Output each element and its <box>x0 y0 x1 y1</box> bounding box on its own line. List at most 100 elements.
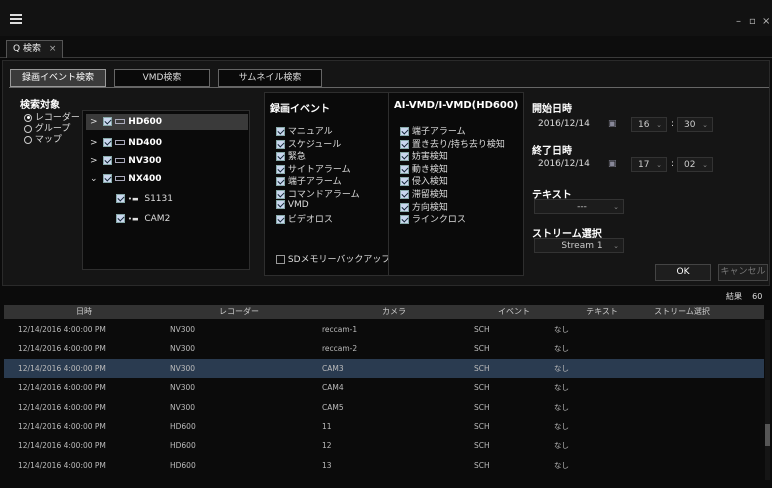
checkbox-icon[interactable] <box>400 202 409 212</box>
tree-item-cam2[interactable]: •▬ CAM2 <box>116 214 170 224</box>
table-row[interactable]: 12/14/2016 4:00:00 PM NV300 reccam-1 SCH なし <box>4 320 764 339</box>
checkbox-icon[interactable] <box>276 152 285 162</box>
table-row[interactable]: 12/14/2016 4:00:00 PM HD600 12 SCH なし <box>4 436 764 455</box>
checkbox-icon[interactable] <box>103 174 113 183</box>
aivmd-checkbox-7[interactable]: ラインクロス <box>400 212 505 225</box>
tab-thumbnail-search[interactable]: サムネイル検索 <box>218 69 322 87</box>
end-date-value[interactable]: 2016/12/14 <box>538 159 590 169</box>
minimize-button[interactable]: – <box>736 16 741 27</box>
start-datetime-title: 開始日時 <box>532 104 572 115</box>
checkbox-icon[interactable] <box>276 215 285 225</box>
start-hour-select[interactable]: 16 ⌄ <box>631 117 667 132</box>
sd-backup-checkbox[interactable]: SDメモリーバックアップ <box>276 252 390 265</box>
table-row[interactable]: 12/14/2016 4:00:00 PM NV300 reccam-2 SCH なし <box>4 339 764 358</box>
checkbox-icon[interactable] <box>276 164 285 174</box>
checkbox-icon[interactable] <box>276 255 285 264</box>
column-header-camera[interactable]: カメラ <box>314 305 474 319</box>
scrollbar[interactable] <box>765 320 770 480</box>
table-row[interactable]: 12/14/2016 4:00:00 PM NV300 CAM3 SCH なし <box>4 358 764 378</box>
column-header-event[interactable]: イベント <box>474 305 554 319</box>
start-minute-select[interactable]: 30 ⌄ <box>677 117 713 132</box>
column-header-stream[interactable]: ストリーム選択 <box>650 305 714 319</box>
tab-close-icon[interactable]: × <box>49 44 57 54</box>
scrollbar-thumb[interactable] <box>765 424 770 446</box>
tree-item-nv300[interactable]: > NV300 <box>90 156 162 166</box>
checkbox-label: SDメモリーバックアップ <box>287 255 391 265</box>
tree-item-s1131[interactable]: •▬ S1131 <box>116 194 173 204</box>
tab-vmd-search[interactable]: VMD検索 <box>114 69 210 87</box>
checkbox-icon[interactable] <box>400 127 409 136</box>
table-row[interactable]: 12/14/2016 4:00:00 PM NV300 CAM4 SCH なし <box>4 378 764 397</box>
checkbox-icon[interactable] <box>276 139 285 149</box>
checkbox-icon[interactable] <box>116 194 125 203</box>
checkbox-icon[interactable] <box>103 156 113 165</box>
aivmd-checkbox-1[interactable]: 置き去り/持ち去り検知 <box>400 137 505 150</box>
radio-map[interactable]: マップ <box>24 132 62 145</box>
ok-button[interactable]: OK <box>655 264 711 281</box>
maximize-button[interactable]: ▫ <box>749 16 756 27</box>
end-hour-select[interactable]: 17 ⌄ <box>631 157 667 172</box>
table-cell: 11 <box>322 422 332 431</box>
tree-item-nx400[interactable]: ⌄ NX400 <box>90 174 162 184</box>
divider <box>9 87 769 88</box>
hamburger-menu-icon[interactable] <box>10 14 22 24</box>
aivmd-checkbox-0[interactable]: 端子アラーム <box>400 124 505 137</box>
time-colon: : <box>671 159 675 169</box>
checkbox-icon[interactable] <box>400 152 409 162</box>
column-header-text[interactable]: テキスト <box>554 305 650 319</box>
table-cell: SCH <box>474 422 490 431</box>
column-header-datetime[interactable]: 日時 <box>4 305 164 319</box>
tree-item-hd600[interactable]: > HD600 <box>90 117 162 127</box>
rec-event-checkbox-4[interactable]: 端子アラーム <box>276 174 360 187</box>
checkbox-icon[interactable] <box>400 177 409 187</box>
tree-item-nd400[interactable]: > ND400 <box>90 138 162 148</box>
start-date-value[interactable]: 2016/12/14 <box>538 119 590 129</box>
checkbox-icon[interactable] <box>276 199 285 209</box>
aivmd-checkbox-3[interactable]: 動き検知 <box>400 162 505 175</box>
calendar-icon[interactable]: ▣ <box>608 119 617 129</box>
rec-event-checkbox-6[interactable]: VMD <box>276 199 360 213</box>
table-row[interactable]: 12/14/2016 4:00:00 PM HD600 11 SCH なし <box>4 417 764 436</box>
checkbox-icon[interactable] <box>103 117 113 126</box>
table-row[interactable]: 12/14/2016 4:00:00 PM NV300 CAM5 SCH なし <box>4 398 764 417</box>
calendar-icon[interactable]: ▣ <box>608 159 617 169</box>
table-cell: SCH <box>474 402 490 412</box>
checkbox-icon[interactable] <box>276 189 285 199</box>
checkbox-label: 置き去り/持ち去り検知 <box>411 139 505 150</box>
checkbox-icon[interactable] <box>116 214 125 223</box>
close-window-button[interactable]: × <box>762 16 770 27</box>
rec-event-checkbox-7[interactable]: ビデオロス <box>276 212 360 225</box>
rec-event-checkbox-3[interactable]: サイトアラーム <box>276 162 360 175</box>
chevron-right-icon[interactable]: > <box>90 138 98 148</box>
aivmd-checkbox-2[interactable]: 妨害検知 <box>400 149 505 162</box>
checkbox-icon[interactable] <box>276 177 285 187</box>
table-cell: なし <box>554 402 569 412</box>
checkbox-icon[interactable] <box>400 189 409 199</box>
text-select[interactable]: --- ⌄ <box>534 199 624 214</box>
table-cell: CAM4 <box>322 383 344 393</box>
chevron-right-icon[interactable]: > <box>90 117 98 127</box>
table-row[interactable]: 12/14/2016 4:00:00 PM HD600 13 SCH なし <box>4 456 764 475</box>
chevron-down-icon[interactable]: ⌄ <box>90 174 98 184</box>
rec-event-checkbox-2[interactable]: 緊急 <box>276 149 360 162</box>
recorder-icon <box>115 158 126 163</box>
rec-event-checkbox-0[interactable]: マニュアル <box>276 124 360 137</box>
checkbox-icon[interactable] <box>103 138 113 147</box>
checkbox-icon[interactable] <box>400 164 409 174</box>
aivmd-checkbox-5[interactable]: 滞留検知 <box>400 187 505 200</box>
stream-select[interactable]: Stream 1 ⌄ <box>534 238 624 253</box>
tab-search[interactable]: Q 検索 × <box>6 40 64 58</box>
cancel-button[interactable]: キャンセル <box>718 264 768 281</box>
end-minute-select[interactable]: 02 ⌄ <box>677 157 713 172</box>
table-cell: 12/14/2016 4:00:00 PM <box>18 422 106 431</box>
checkbox-icon[interactable] <box>400 139 409 149</box>
checkbox-icon[interactable] <box>276 127 285 136</box>
aivmd-checkbox-6[interactable]: 方向検知 <box>400 200 505 213</box>
rec-event-checkbox-5[interactable]: コマンドアラーム <box>276 187 360 200</box>
checkbox-icon[interactable] <box>400 215 409 225</box>
tab-recording-event-search[interactable]: 録画イベント検索 <box>10 69 106 87</box>
aivmd-checkbox-4[interactable]: 侵入検知 <box>400 174 505 187</box>
column-header-recorder[interactable]: レコーダー <box>164 305 314 319</box>
rec-event-checkbox-1[interactable]: スケジュール <box>276 137 360 150</box>
chevron-right-icon[interactable]: > <box>90 156 98 166</box>
